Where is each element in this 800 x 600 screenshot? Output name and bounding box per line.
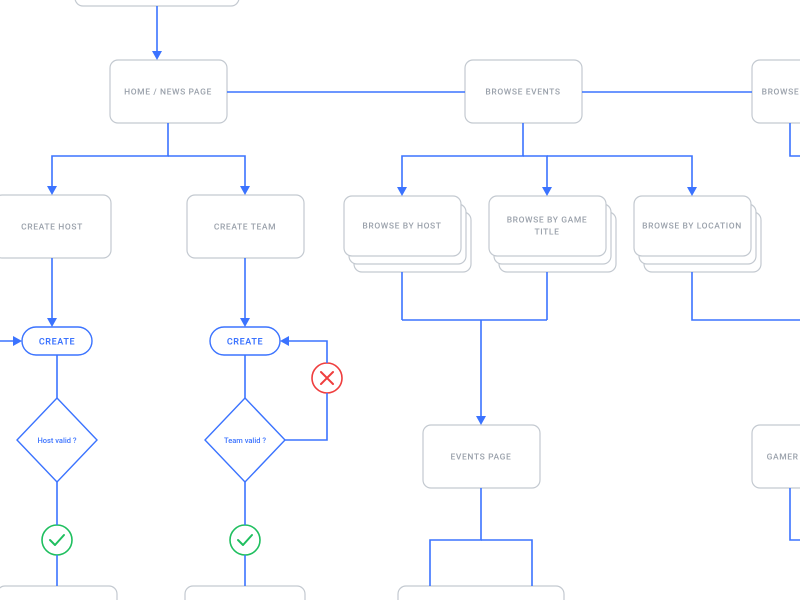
browse-events-label: BROWSE EVENTS bbox=[485, 87, 560, 97]
browse-by-location-label: BROWSE BY LOCATION bbox=[642, 221, 742, 231]
svg-text:Host valid ?: Host valid ? bbox=[37, 436, 76, 445]
team-valid-ok-icon bbox=[230, 525, 260, 555]
browse-by-host-stack: BROWSE BY HOST bbox=[344, 196, 471, 272]
host-bottom-partial bbox=[0, 586, 117, 600]
entry-partial-box bbox=[75, 0, 239, 6]
gamer-p-label: GAMER P bbox=[767, 452, 800, 462]
team-bottom-partial bbox=[185, 586, 305, 600]
events-bottom-partial bbox=[398, 586, 564, 600]
team-valid-decision: Team valid ? bbox=[205, 398, 285, 482]
host-valid-decision: Host valid ? bbox=[17, 398, 97, 482]
create-pill-team-label: CREATE bbox=[227, 337, 263, 347]
svg-text:Team valid ?: Team valid ? bbox=[224, 436, 266, 445]
create-team-label: CREATE TEAM bbox=[214, 222, 276, 232]
browse-by-game-title-stack: BROWSE BY GAME TITLE bbox=[489, 196, 616, 272]
team-valid-fail-icon bbox=[312, 363, 342, 393]
browse-by-game-title-label-1: BROWSE BY GAME bbox=[507, 215, 588, 225]
events-page-label: EVENTS PAGE bbox=[451, 452, 512, 462]
browse-by-host-label: BROWSE BY HOST bbox=[362, 221, 441, 231]
home-label: HOME / NEWS PAGE bbox=[124, 87, 212, 97]
browse-by-game-title-label-2: TITLE bbox=[534, 227, 559, 237]
browse-g-label: BROWSE G bbox=[762, 87, 800, 97]
flow-diagram: HOME / NEWS PAGE BROWSE EVENTS BROWSE G … bbox=[0, 0, 800, 600]
host-valid-ok-icon bbox=[42, 525, 72, 555]
browse-by-location-stack: BROWSE BY LOCATION bbox=[634, 196, 761, 272]
create-pill-host-label: CREATE bbox=[39, 337, 75, 347]
create-host-label: CREATE HOST bbox=[21, 222, 83, 232]
